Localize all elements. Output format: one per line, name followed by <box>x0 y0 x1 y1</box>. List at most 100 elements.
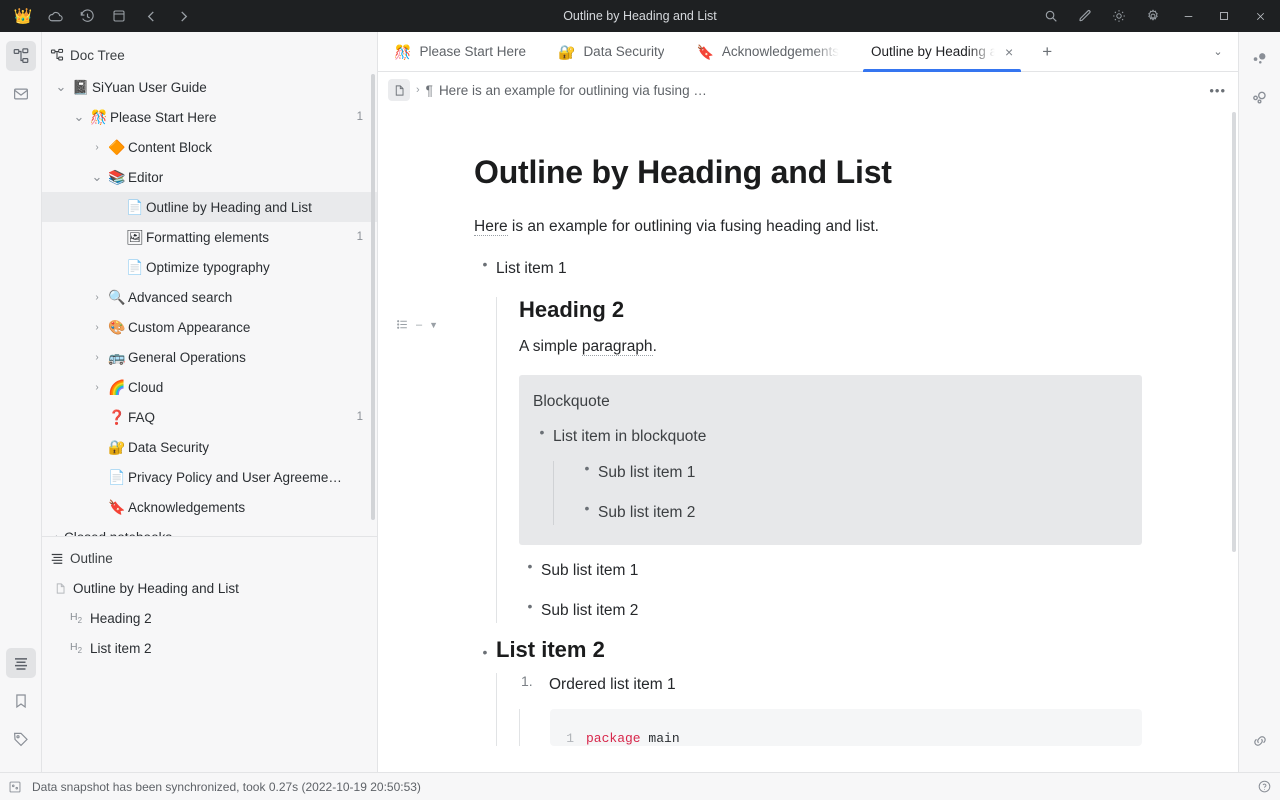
new-tab-button[interactable]: + <box>1029 32 1065 71</box>
tag-icon[interactable] <box>6 724 36 754</box>
graph-outline-icon[interactable] <box>1245 82 1275 112</box>
blockquote-text[interactable]: Blockquote <box>531 393 1126 411</box>
cloud-icon[interactable] <box>40 3 70 29</box>
breadcrumb-text[interactable]: Here is an example for outlining via fus… <box>439 83 707 98</box>
chevron-right-icon[interactable]: › <box>88 292 106 303</box>
doc-tree-item[interactable]: ›📄Privacy Policy and User Agreeme… <box>42 462 377 492</box>
forward-icon[interactable] <box>168 3 198 29</box>
list-item-1-text[interactable]: List item 1 <box>496 257 1142 281</box>
doc-tree-item[interactable]: ⌄🎊Please Start Here1 <box>42 102 377 132</box>
tab[interactable]: 🎊Please Start Here <box>378 32 542 71</box>
blockquote-sub-item-1[interactable]: Sub list item 1 <box>598 461 695 485</box>
blockquote-sub-item-2[interactable]: Sub list item 2 <box>598 501 695 525</box>
doc-tree-item[interactable]: ›🔶Content Block <box>42 132 377 162</box>
bullet-icon[interactable]: • <box>576 501 598 516</box>
code-block[interactable]: 1 package main <box>550 709 1142 746</box>
doc-tree-scrollbar[interactable] <box>371 74 375 520</box>
chevron-right-icon[interactable]: › <box>88 322 106 333</box>
chevron-right-icon[interactable]: › <box>88 352 106 363</box>
chevron-right-icon[interactable]: › <box>88 382 106 393</box>
heading-2[interactable]: Heading 2 <box>519 297 1142 323</box>
calendar-icon[interactable] <box>104 3 134 29</box>
outline-icon[interactable] <box>6 648 36 678</box>
list-item[interactable]: • Sub list item 2 <box>576 501 1126 525</box>
bullet-icon[interactable]: • <box>519 599 541 614</box>
bookmark-icon[interactable] <box>6 686 36 716</box>
ordered-list-item-1[interactable]: 1. Ordered list item 1 <box>519 673 1142 697</box>
dash-icon[interactable]: – <box>416 319 422 331</box>
doc-tree-item[interactable]: ›🖼Formatting elements1 <box>42 222 377 252</box>
bullet-icon[interactable]: • <box>576 461 598 476</box>
list-item[interactable]: • Sub list item 1 <box>519 559 1142 583</box>
intro-paragraph[interactable]: Here is an example for outlining via fus… <box>474 215 1142 239</box>
closed-notebooks-row[interactable]: › Closed notebooks <box>42 522 377 536</box>
tab-close-icon[interactable]: × <box>1005 44 1013 60</box>
doc-tree-item[interactable]: ›📄Outline by Heading and List <box>42 192 377 222</box>
list-item[interactable]: • Sub list item 2 <box>519 599 1142 623</box>
tab[interactable]: Outline by Heading and List× <box>855 32 1029 71</box>
history-icon[interactable] <box>72 3 102 29</box>
doc-tree-item[interactable]: ›📄Optimize typography <box>42 252 377 282</box>
doc-tree-item[interactable]: ›🎨Custom Appearance <box>42 312 377 342</box>
tab[interactable]: 🔖Acknowledgements <box>680 32 855 71</box>
list-item-2[interactable]: • List item 2 1. Ordered list item 1 <box>474 637 1142 746</box>
sub-list-item-1[interactable]: Sub list item 1 <box>541 559 638 583</box>
tab[interactable]: 🔐Data Security <box>542 32 680 71</box>
doc-tree-item[interactable]: ›🔍Advanced search <box>42 282 377 312</box>
doc-tree-item[interactable]: ›🚌General Operations <box>42 342 377 372</box>
collapse-triangle-icon[interactable]: ▼ <box>429 320 438 330</box>
editor-area[interactable]: Outline by Heading and List Here is an e… <box>378 108 1238 772</box>
list-item-2-heading[interactable]: List item 2 <box>496 637 1142 663</box>
minimize-button[interactable] <box>1170 0 1206 32</box>
breadcrumb-more-button[interactable]: ••• <box>1209 83 1226 98</box>
bullet-icon[interactable]: • <box>519 559 541 574</box>
doc-tree-item[interactable]: ›🔐Data Security <box>42 432 377 462</box>
chevron-right-icon[interactable]: › <box>88 142 106 153</box>
chevron-down-icon[interactable]: ⌄ <box>70 114 88 120</box>
graph-filled-icon[interactable] <box>1245 44 1275 74</box>
theme-sun-icon[interactable] <box>1102 0 1136 32</box>
list-block-icon[interactable] <box>396 318 409 331</box>
paragraph-marked[interactable]: paragraph <box>582 338 653 356</box>
doc-tree-item[interactable]: ›🌈Cloud <box>42 372 377 402</box>
list-item-1[interactable]: • List item 1 Heading 2 A simple paragra… <box>474 257 1142 623</box>
backlink-icon[interactable] <box>1245 726 1275 756</box>
editor-scrollbar[interactable] <box>1232 112 1236 552</box>
doc-tree-item[interactable]: ›🔖Acknowledgements <box>42 492 377 522</box>
back-icon[interactable] <box>136 3 166 29</box>
outline-item[interactable]: Outline by Heading and List <box>42 573 377 603</box>
doc-tree-item[interactable]: ⌄📚Editor <box>42 162 377 192</box>
inbox-mail-icon[interactable] <box>6 79 36 109</box>
close-button[interactable] <box>1242 0 1278 32</box>
simple-paragraph[interactable]: A simple paragraph. <box>519 335 1142 359</box>
outline-item[interactable]: H2Heading 2 <box>42 603 377 633</box>
document-icon[interactable] <box>388 79 410 101</box>
doc-tree-item[interactable]: ⌄📓SiYuan User Guide <box>42 72 377 102</box>
doc-tree-item[interactable]: ›❓FAQ1 <box>42 402 377 432</box>
doc-tree-icon[interactable] <box>6 41 36 71</box>
document-title[interactable]: Outline by Heading and List <box>474 154 1142 191</box>
blockquote-list-item-text[interactable]: List item in blockquote <box>553 425 1126 449</box>
search-icon[interactable] <box>1034 0 1068 32</box>
chevron-down-icon[interactable]: ⌄ <box>88 174 106 180</box>
crown-icon[interactable]: 👑 <box>8 3 38 29</box>
ordered-list-item-1-text[interactable]: Ordered list item 1 <box>549 673 676 697</box>
chevron-down-icon[interactable]: ⌄ <box>52 84 70 90</box>
bullet-icon[interactable]: • <box>474 257 496 272</box>
bullet-icon[interactable]: • <box>474 637 496 660</box>
intro-link[interactable]: Here <box>474 218 508 236</box>
titlebar-right-controls <box>1034 0 1280 32</box>
sub-list-item-2[interactable]: Sub list item 2 <box>541 599 638 623</box>
tab-list-dropdown[interactable]: ⌄ <box>1198 32 1238 71</box>
bullet-icon[interactable]: • <box>531 425 553 440</box>
settings-gear-icon[interactable] <box>1136 0 1170 32</box>
block-gutter-controls[interactable]: – ▼ <box>396 318 438 331</box>
list-item[interactable]: • Sub list item 1 <box>576 461 1126 485</box>
blockquote[interactable]: Blockquote • List item in blockquote • <box>519 375 1142 545</box>
edit-pencil-icon[interactable] <box>1068 0 1102 32</box>
maximize-button[interactable] <box>1206 0 1242 32</box>
outline-item[interactable]: H2List item 2 <box>42 633 377 663</box>
help-circle-icon[interactable] <box>1257 779 1272 794</box>
blockquote-list-item[interactable]: • List item in blockquote • Sub list ite… <box>531 425 1126 525</box>
snapshot-icon[interactable] <box>8 780 22 794</box>
